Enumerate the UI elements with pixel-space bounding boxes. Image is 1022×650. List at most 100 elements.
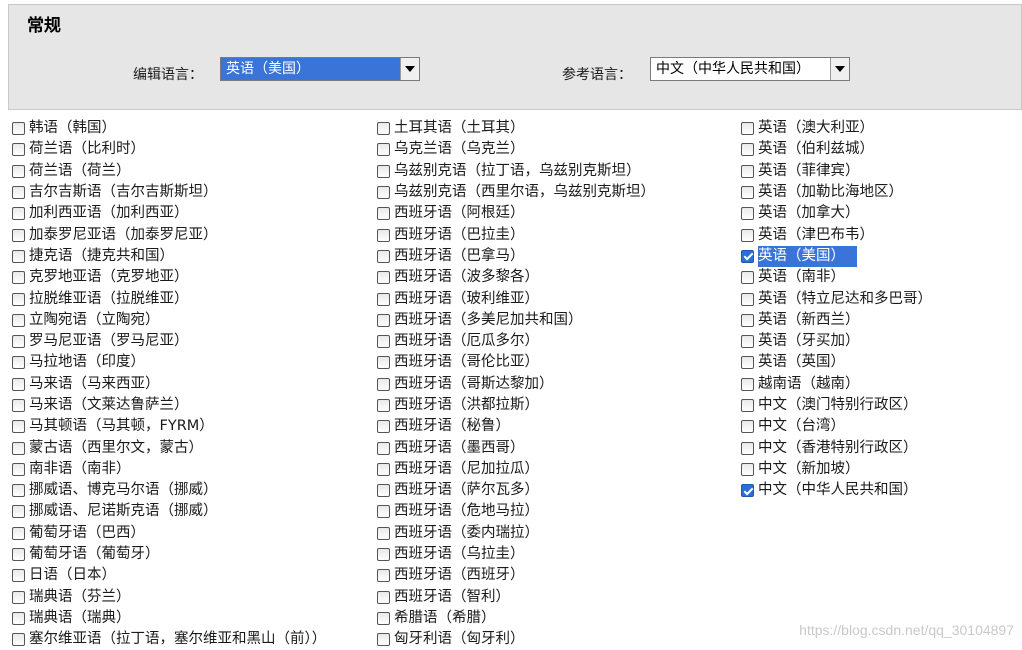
language-checkbox[interactable] [12,399,25,412]
language-checkbox[interactable] [741,356,754,370]
language-checkbox[interactable] [741,462,754,476]
language-checkbox[interactable] [377,548,390,562]
language-option[interactable]: 加泰罗尼亚语（加泰罗尼亚） [12,224,372,245]
language-checkbox[interactable] [12,122,25,136]
language-option[interactable]: 西班牙语（智利） [377,587,737,608]
language-checkbox[interactable] [377,207,390,221]
language-option[interactable]: 西班牙语（乌拉圭） [377,544,737,565]
language-checkbox[interactable] [741,420,754,434]
language-option[interactable]: 西班牙语（墨西哥） [377,437,737,458]
language-option[interactable]: 马来语（马来西亚） [12,374,372,395]
language-option[interactable]: 英语（菲律宾） [741,161,1021,182]
language-option[interactable]: 西班牙语（玻利维亚） [377,288,737,309]
language-option[interactable]: 塞尔维亚语（拉丁语，塞尔维亚和黑山（前）） [12,629,372,650]
language-option[interactable]: 乌兹别克语（西里尔语，乌兹别克斯坦） [377,182,737,203]
language-checkbox[interactable] [377,399,390,412]
language-option[interactable]: 中文（台湾） [741,416,1021,437]
language-checkbox[interactable] [12,505,25,519]
language-checkbox[interactable] [377,420,390,434]
language-checkbox[interactable] [741,143,754,157]
language-checkbox[interactable] [377,228,390,242]
language-checkbox[interactable] [377,122,390,136]
language-option[interactable]: 罗马尼亚语（罗马尼亚） [12,331,372,352]
language-option[interactable]: 中文（澳门特别行政区） [741,395,1021,416]
language-checkbox[interactable] [377,505,390,519]
language-checkbox[interactable] [377,462,390,476]
language-checkbox[interactable] [377,164,390,178]
language-checkbox[interactable] [12,313,25,327]
language-checkbox[interactable] [377,633,390,647]
language-option[interactable]: 挪威语、博克马尔语（挪威） [12,480,372,501]
language-option[interactable]: 马拉地语（印度） [12,352,372,373]
language-option[interactable]: 英语（津巴布韦） [741,224,1021,245]
language-option[interactable]: 英语（新西兰） [741,310,1021,331]
language-checkbox[interactable] [377,441,390,455]
language-checkbox[interactable] [377,526,390,540]
language-option[interactable]: 西班牙语（哥伦比亚） [377,352,737,373]
language-option[interactable]: 捷克语（捷克共和国） [12,246,372,267]
language-option[interactable]: 越南语（越南） [741,374,1021,395]
language-checkbox[interactable] [12,420,25,434]
language-option[interactable]: 中文（新加坡） [741,459,1021,480]
language-option[interactable]: 瑞典语（瑞典） [12,608,372,629]
language-option[interactable]: 西班牙语（洪都拉斯） [377,395,737,416]
dropdown-arrow-icon[interactable] [400,58,419,80]
language-checkbox[interactable] [741,377,754,391]
language-checkbox[interactable] [377,356,390,370]
language-checkbox[interactable] [377,377,390,391]
language-checkbox[interactable] [377,335,390,349]
language-option[interactable]: 西班牙语（尼加拉瓜） [377,459,737,480]
language-option[interactable]: 西班牙语（多美尼加共和国） [377,310,737,331]
language-checkbox[interactable] [741,271,754,285]
language-checkbox[interactable] [12,186,25,200]
language-option[interactable]: 土耳其语（土耳其） [377,118,737,139]
language-option[interactable]: 马其顿语（马其顿，FYRM） [12,416,372,437]
language-checkbox[interactable] [12,249,25,263]
language-checkbox[interactable] [12,377,25,391]
language-option[interactable]: 韩语（韩国） [12,118,372,139]
reference-language-select[interactable]: 中文（中华人民共和国） [650,57,850,81]
language-checkbox[interactable] [741,335,754,349]
language-option[interactable]: 马来语（文莱达鲁萨兰） [12,395,372,416]
edit-language-select[interactable]: 英语（美国） [220,57,420,81]
language-checkbox[interactable] [377,143,390,157]
language-checkbox[interactable] [741,399,754,412]
language-checkbox[interactable] [741,313,754,327]
language-option[interactable]: 荷兰语（比利时） [12,139,372,160]
language-checkbox[interactable] [377,611,390,625]
language-option[interactable]: 英语（伯利兹城） [741,139,1021,160]
language-checkbox[interactable] [741,186,754,200]
language-option[interactable]: 立陶宛语（立陶宛） [12,310,372,331]
language-option[interactable]: 挪威语、尼诺斯克语（挪威） [12,501,372,522]
language-checkbox[interactable] [12,462,25,476]
language-checkbox[interactable] [741,484,754,498]
language-checkbox[interactable] [12,526,25,540]
language-option[interactable]: 西班牙语（萨尔瓦多） [377,480,737,501]
language-checkbox[interactable] [12,292,25,306]
language-checkbox[interactable] [377,249,390,263]
language-checkbox[interactable] [12,484,25,498]
language-checkbox[interactable] [12,207,25,221]
language-option[interactable]: 乌兹别克语（拉丁语，乌兹别克斯坦） [377,161,737,182]
language-option[interactable]: 西班牙语（秘鲁） [377,416,737,437]
language-checkbox[interactable] [377,292,390,306]
language-checkbox[interactable] [377,186,390,200]
language-checkbox[interactable] [741,164,754,178]
language-checkbox[interactable] [377,271,390,285]
language-option[interactable]: 葡萄牙语（葡萄牙） [12,544,372,565]
language-option[interactable]: 英语（特立尼达和多巴哥） [741,288,1021,309]
language-option[interactable]: 中文（中华人民共和国） [741,480,1021,501]
language-checkbox[interactable] [741,207,754,221]
language-checkbox[interactable] [12,569,25,583]
language-checkbox[interactable] [377,484,390,498]
language-checkbox[interactable] [741,292,754,306]
language-checkbox[interactable] [741,122,754,136]
language-option[interactable]: 英语（美国） [741,245,1021,267]
language-checkbox[interactable] [377,313,390,327]
language-checkbox[interactable] [12,228,25,242]
language-option[interactable]: 英语（英国） [741,352,1021,373]
language-option[interactable]: 匈牙利语（匈牙利） [377,629,737,650]
language-option[interactable]: 南非语（南非） [12,459,372,480]
language-checkbox[interactable] [377,569,390,583]
language-option[interactable]: 西班牙语（阿根廷） [377,203,737,224]
